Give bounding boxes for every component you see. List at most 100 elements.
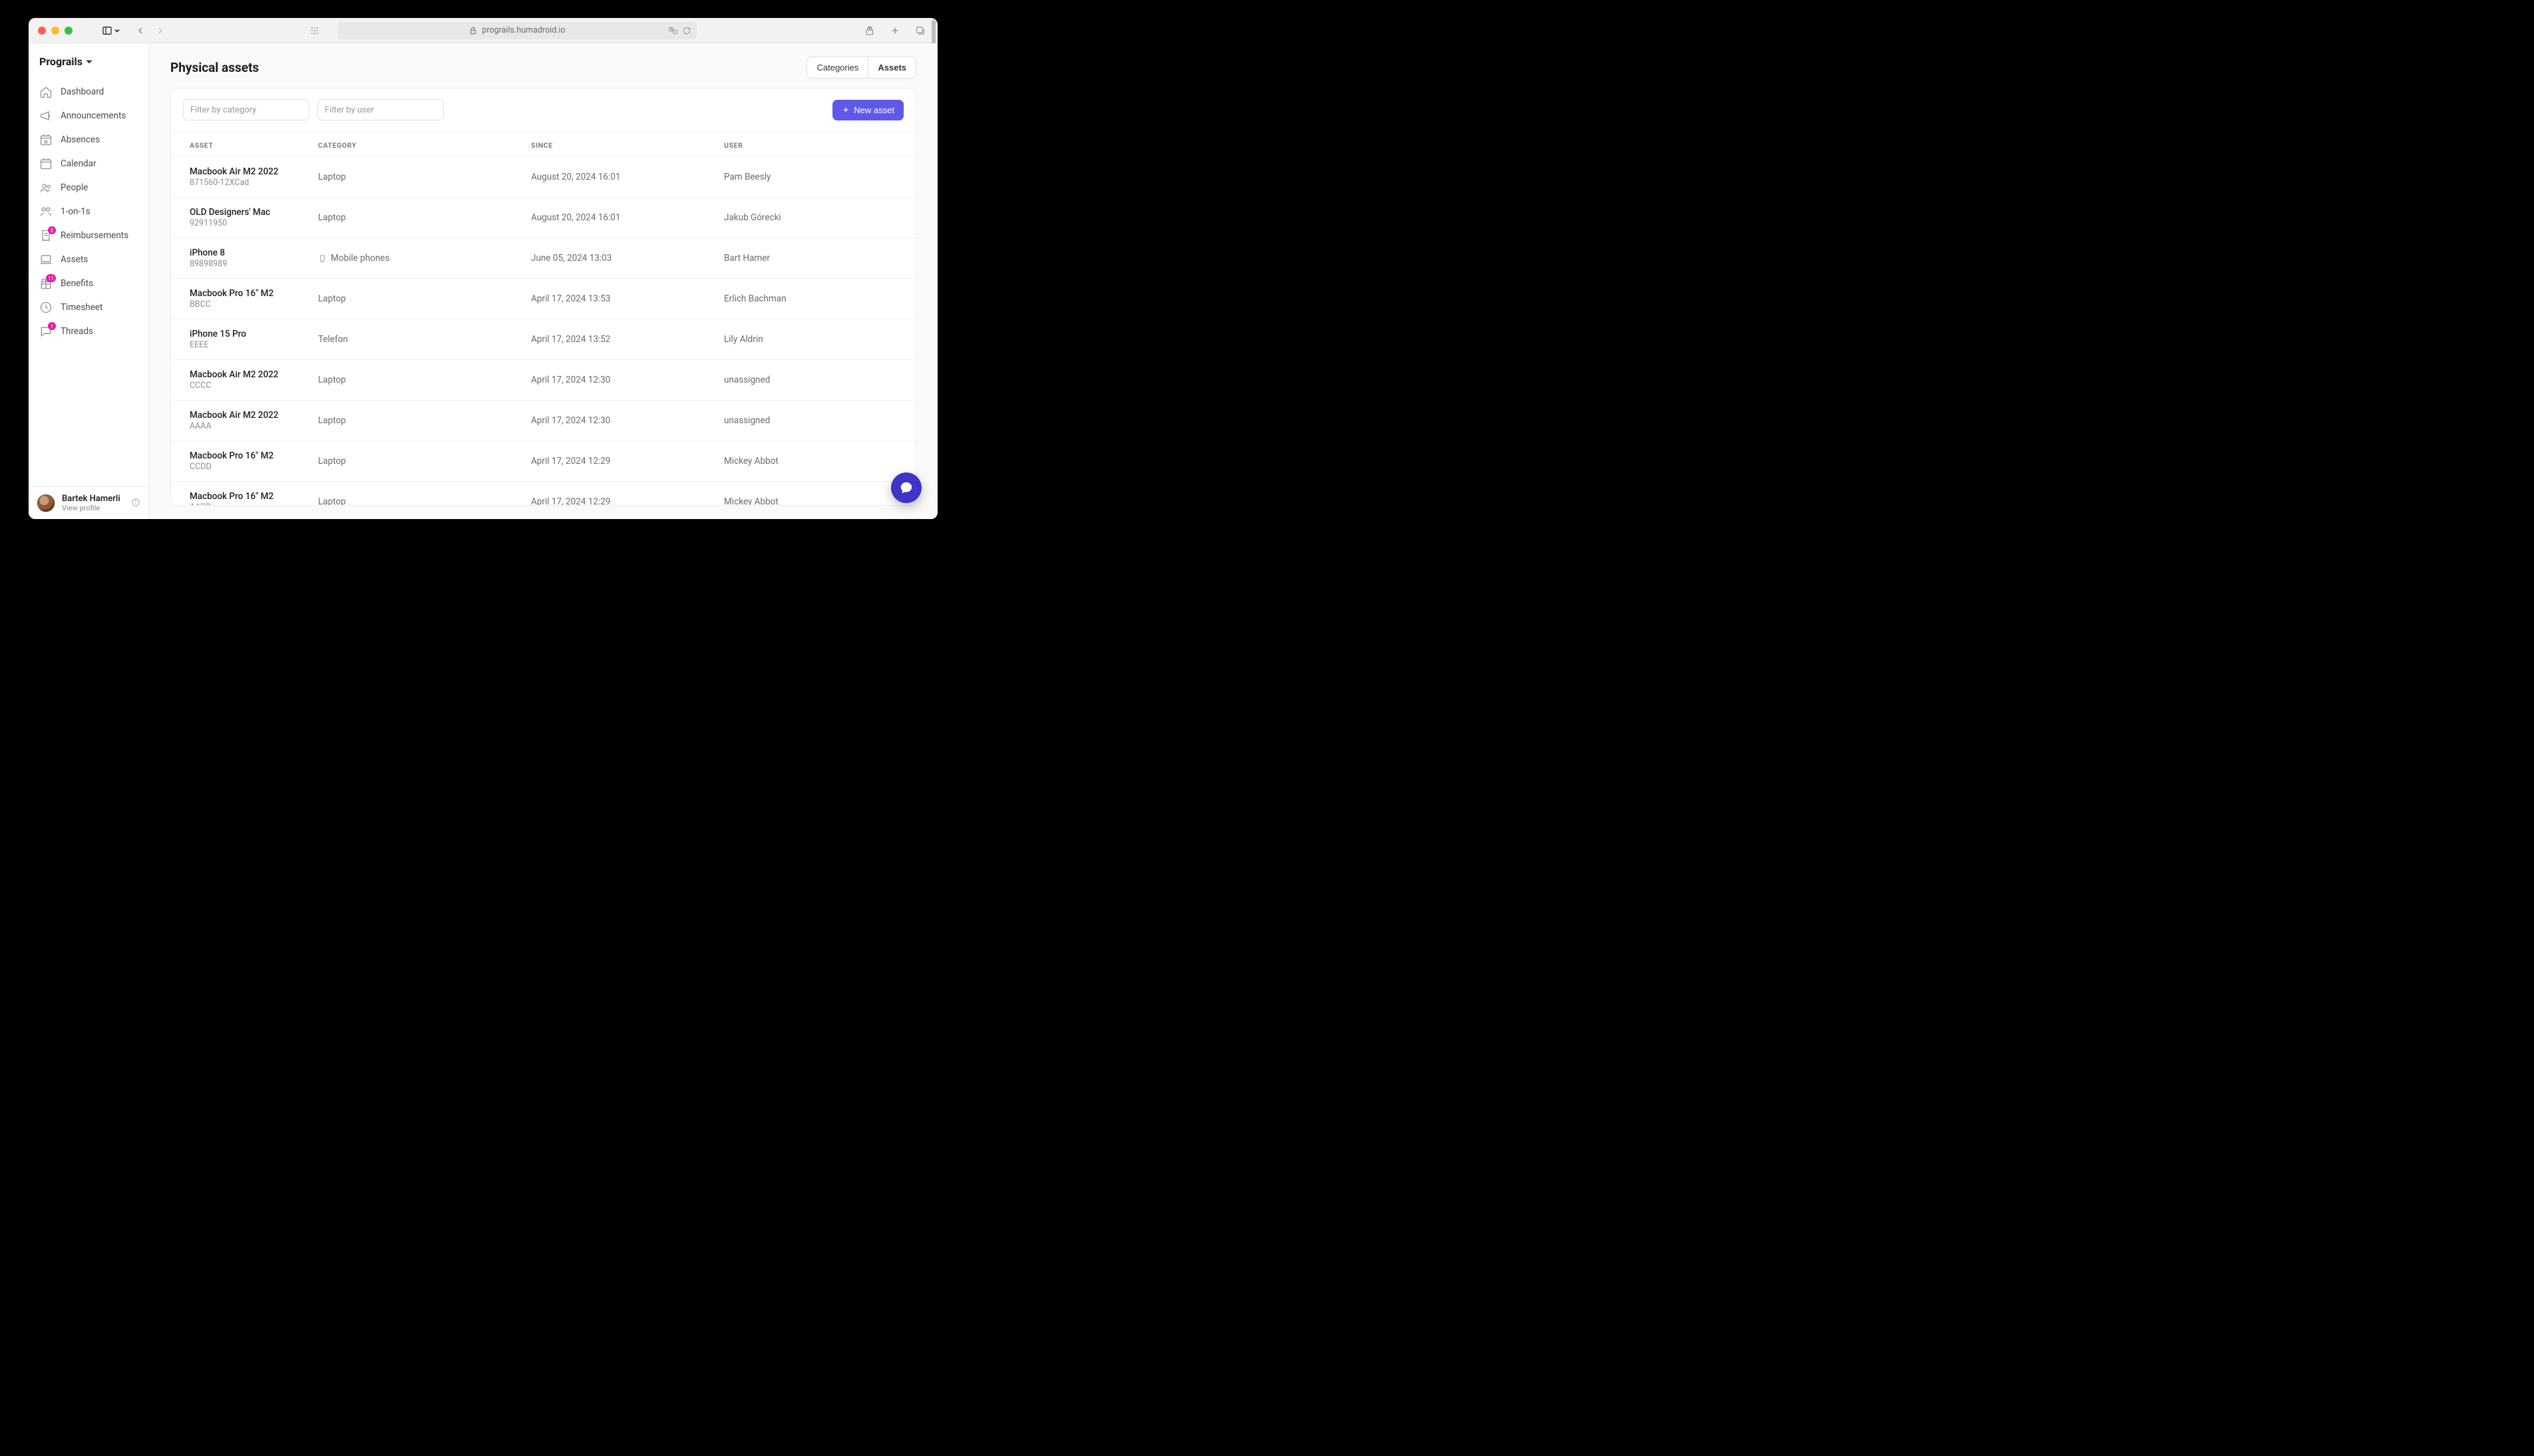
sidebar-item-1-on-1s[interactable]: 1-on-1s bbox=[33, 200, 144, 224]
tab-assets[interactable]: Assets bbox=[868, 57, 916, 78]
asset-category: Laptop bbox=[318, 375, 531, 385]
caret-down-icon bbox=[85, 58, 93, 66]
filter-user-select[interactable]: Filter by user bbox=[317, 99, 444, 120]
filter-user-placeholder: Filter by user bbox=[325, 105, 374, 115]
filter-category-placeholder: Filter by category bbox=[190, 105, 256, 115]
view-toggle: Categories Assets bbox=[807, 57, 916, 79]
scrollbar-thumb[interactable] bbox=[932, 20, 936, 44]
one-on-one-icon bbox=[39, 205, 53, 218]
sidebar-item-absences[interactable]: Absences bbox=[33, 128, 144, 152]
sidebar-item-announcements[interactable]: Announcements bbox=[33, 104, 144, 128]
sidebar-item-reimbursements[interactable]: 2Reimbursements bbox=[33, 224, 144, 248]
asset-since: August 20, 2024 16:01 bbox=[531, 212, 724, 223]
table-row[interactable]: OLD Designers' Mac 92911950 Laptop Augus… bbox=[171, 197, 916, 238]
asset-user: Pam Beesly bbox=[724, 172, 897, 182]
tabs-overview-button[interactable] bbox=[912, 23, 928, 39]
asset-name: OLD Designers' Mac bbox=[190, 207, 318, 218]
table-row[interactable]: Macbook Pro 16" M2 CCDD Laptop April 17,… bbox=[171, 441, 916, 481]
sidebar-badge: 11 bbox=[46, 274, 56, 282]
sidebar-badge: 2 bbox=[48, 226, 56, 234]
table-row[interactable]: Macbook Air M2 2022 AAAA Laptop April 17… bbox=[171, 400, 916, 441]
nav-forward-button[interactable] bbox=[152, 23, 168, 39]
asset-category: Laptop bbox=[318, 415, 531, 426]
filter-category-select[interactable]: Filter by category bbox=[183, 99, 309, 120]
table-row[interactable]: iPhone 15 Pro EEEE Telefon April 17, 202… bbox=[171, 319, 916, 359]
sidebar-item-threads[interactable]: 1 Threads bbox=[33, 319, 144, 343]
asset-user: Erlich Bachman bbox=[724, 293, 897, 304]
sidebar-item-assets[interactable]: Assets bbox=[33, 248, 144, 272]
asset-serial: 89898989 bbox=[190, 259, 318, 269]
share-button[interactable] bbox=[862, 23, 878, 39]
org-switcher[interactable]: Prograils bbox=[29, 43, 148, 77]
sidebar-item-label: Benefits bbox=[61, 278, 93, 289]
asset-since: April 17, 2024 13:52 bbox=[531, 334, 724, 345]
minimize-window-button[interactable] bbox=[51, 27, 59, 35]
close-window-button[interactable] bbox=[38, 27, 46, 35]
asset-serial: CCCC bbox=[190, 381, 318, 391]
table-header: ASSET CATEGORY SINCE USER bbox=[171, 132, 916, 156]
new-asset-label: New asset bbox=[854, 105, 894, 115]
sidebar-toggle-button[interactable] bbox=[102, 25, 120, 36]
sidebar-item-label: Assets bbox=[61, 254, 88, 265]
asset-name: iPhone 8 bbox=[190, 248, 318, 258]
sidebar-item-benefits[interactable]: 11 Benefits bbox=[33, 272, 144, 295]
sidebar-item-people[interactable]: People bbox=[33, 176, 144, 200]
address-bar[interactable]: prograils.humadroid.io bbox=[337, 22, 697, 39]
asset-user: Jakub Górecki bbox=[724, 212, 897, 223]
table-row[interactable]: iPhone 8 89898989 Mobile phones June 05,… bbox=[171, 238, 916, 278]
logout-button[interactable] bbox=[131, 497, 140, 510]
browser-window: prograils.humadroid.io Prograils bbox=[29, 18, 938, 519]
asset-name: Macbook Pro 16" M2 bbox=[190, 288, 318, 299]
sidebar-item-label: Timesheet bbox=[61, 302, 102, 313]
asset-name: iPhone 15 Pro bbox=[190, 329, 318, 339]
asset-since: April 17, 2024 13:53 bbox=[531, 293, 724, 304]
col-category: CATEGORY bbox=[318, 141, 531, 150]
col-asset: ASSET bbox=[190, 141, 318, 150]
table-row[interactable]: Macbook Pro 16" M2 AABB Laptop April 17,… bbox=[171, 481, 916, 505]
asset-serial: BBCC bbox=[190, 299, 318, 309]
tab-categories[interactable]: Categories bbox=[807, 57, 868, 78]
org-name: Prograils bbox=[39, 55, 83, 68]
table-row[interactable]: Macbook Air M2 2022 CCCC Laptop April 17… bbox=[171, 359, 916, 400]
sidebar-item-calendar[interactable]: Calendar bbox=[33, 152, 144, 176]
chat-fab[interactable] bbox=[891, 472, 922, 503]
sidebar-item-label: Dashboard bbox=[61, 87, 104, 97]
new-asset-button[interactable]: New asset bbox=[832, 100, 904, 120]
chevron-down-icon bbox=[114, 27, 120, 34]
profile-block[interactable]: Bartek Hamerli View profile bbox=[29, 486, 148, 519]
asset-user: unassigned bbox=[724, 415, 897, 426]
asset-since: April 17, 2024 12:29 bbox=[531, 496, 724, 505]
table-row[interactable]: Macbook Air M2 2022 871560-12XCad Laptop… bbox=[171, 156, 916, 197]
asset-name: Macbook Air M2 2022 bbox=[190, 410, 318, 421]
address-bar-url: prograils.humadroid.io bbox=[482, 25, 565, 35]
nav-back-button[interactable] bbox=[132, 23, 148, 39]
sidebar-item-label: 1-on-1s bbox=[61, 206, 90, 217]
maximize-window-button[interactable] bbox=[65, 27, 73, 35]
profile-sub: View profile bbox=[62, 504, 120, 512]
new-tab-button[interactable] bbox=[887, 23, 903, 39]
lock-icon bbox=[468, 26, 478, 35]
filters-row: Filter by category Filter by user New as… bbox=[171, 89, 916, 132]
asset-since: June 05, 2024 13:03 bbox=[531, 253, 724, 264]
table-row[interactable]: Macbook Pro 16" M2 BBCC Laptop April 17,… bbox=[171, 278, 916, 319]
translate-icon[interactable] bbox=[669, 26, 678, 35]
sidebar-item-timesheet[interactable]: Timesheet bbox=[33, 295, 144, 319]
app-shell: Prograils Dashboard AnnouncementsAbsences… bbox=[29, 43, 938, 519]
calendar-icon bbox=[39, 157, 53, 170]
asset-since: August 20, 2024 16:01 bbox=[531, 172, 724, 182]
asset-since: April 17, 2024 12:30 bbox=[531, 415, 724, 426]
megaphone-icon bbox=[39, 109, 53, 122]
asset-category: Mobile phones bbox=[318, 253, 531, 264]
asset-serial: AAAA bbox=[190, 421, 318, 431]
laptop-icon bbox=[39, 253, 53, 266]
sidebar-item-dashboard[interactable]: Dashboard bbox=[33, 80, 144, 104]
receipt-icon: 2 bbox=[39, 229, 53, 242]
sidebar-nav: Dashboard AnnouncementsAbsencesCalendarPe… bbox=[29, 77, 148, 486]
apps-grid-button[interactable] bbox=[307, 23, 323, 39]
sidebar-badge: 1 bbox=[48, 322, 56, 330]
calendar-x-icon bbox=[39, 133, 53, 146]
asset-category: Telefon bbox=[318, 334, 531, 345]
reload-icon[interactable] bbox=[682, 26, 691, 35]
asset-category: Laptop bbox=[318, 172, 531, 182]
sidebar-item-label: Threads bbox=[61, 326, 93, 337]
